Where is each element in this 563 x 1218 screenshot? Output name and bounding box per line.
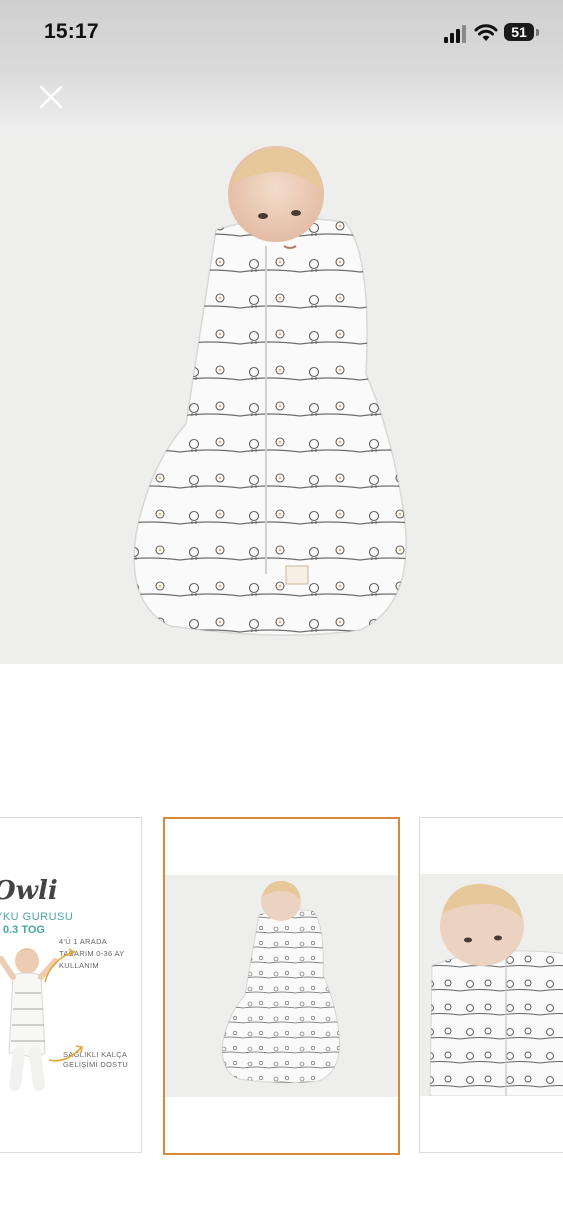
baby-swaddle-thumb-illustration xyxy=(165,875,398,1097)
baby-closeup-thumbnail[interactable] xyxy=(419,817,563,1153)
battery-icon: 51 xyxy=(504,23,540,42)
arrow-icon xyxy=(44,948,76,983)
thumbnail-strip: Owli YKU GURUSU 0.3 TOG 4'Ü 1 ARADA TASA… xyxy=(0,817,563,1155)
top-bar xyxy=(0,68,563,134)
battery-level: 51 xyxy=(504,23,534,41)
swaddle-full-thumbnail[interactable] xyxy=(163,817,400,1155)
status-bar: 15:17 51 xyxy=(0,0,563,68)
thumbnail-photo xyxy=(165,875,398,1097)
close-icon[interactable] xyxy=(34,80,68,114)
brand-logo: Owli xyxy=(0,876,58,906)
baby-swaddle-illustration xyxy=(0,134,563,664)
wifi-icon xyxy=(474,24,498,41)
promo-title: YKU GURUSU xyxy=(0,911,74,923)
thumbnail-photo xyxy=(420,874,563,1096)
main-product-image[interactable] xyxy=(0,134,563,664)
promo-thumbnail[interactable]: Owli YKU GURUSU 0.3 TOG 4'Ü 1 ARADA TASA… xyxy=(0,817,142,1153)
baby-closeup-illustration xyxy=(420,874,563,1096)
signal-icon xyxy=(444,25,466,43)
status-time: 15:17 xyxy=(44,20,99,43)
arrow-icon xyxy=(48,1045,83,1062)
promo-tog: 0.3 TOG xyxy=(3,924,45,936)
